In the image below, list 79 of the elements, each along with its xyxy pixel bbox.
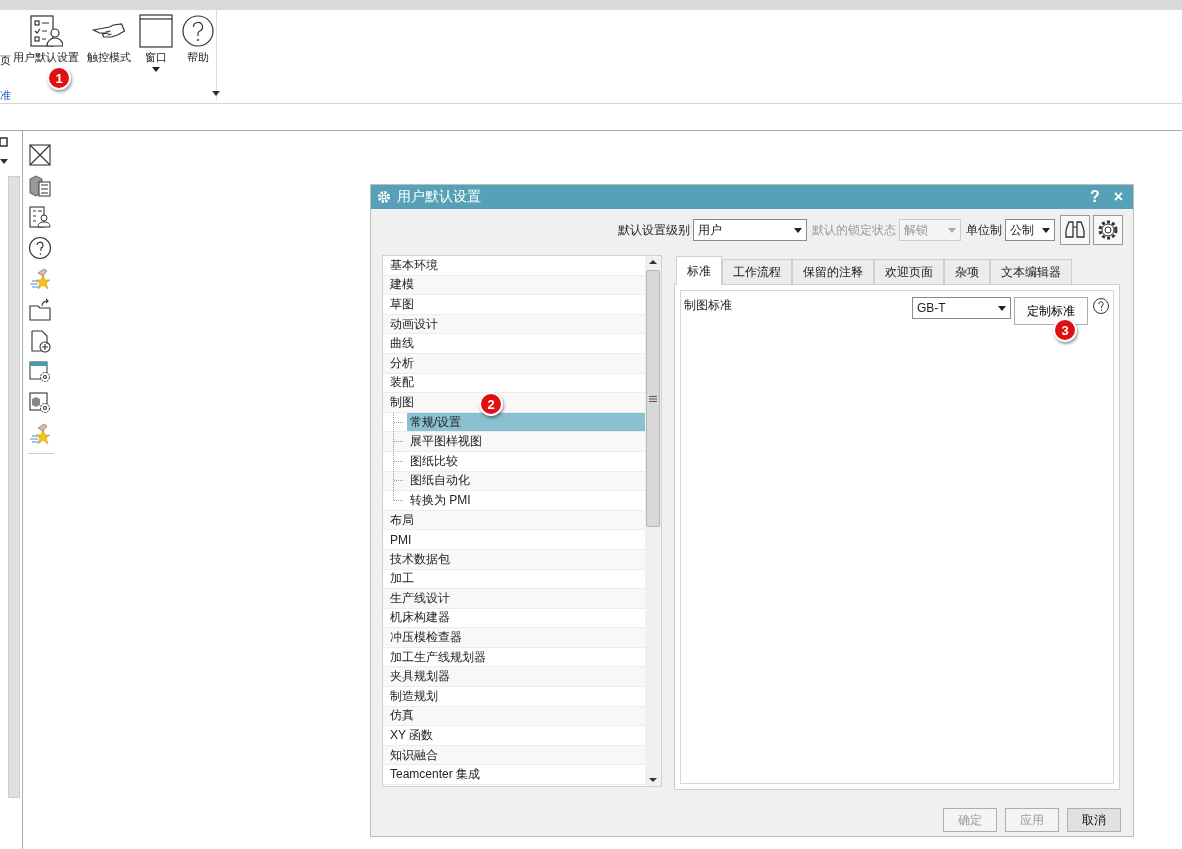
- scrollbar[interactable]: [8, 176, 20, 798]
- database-list-icon[interactable]: [28, 174, 52, 198]
- ribbon-button[interactable]: 触控模式: [86, 14, 132, 84]
- dialog-button[interactable]: 取消: [1067, 808, 1121, 832]
- binoculars-icon: [1064, 219, 1086, 241]
- field-label: 制图标准: [684, 297, 733, 314]
- unit-dropdown[interactable]: 公制: [1005, 219, 1055, 241]
- dropdown-arrow-icon[interactable]: [212, 91, 220, 96]
- gear-icon: [1096, 218, 1120, 242]
- scrollbar[interactable]: [645, 256, 661, 786]
- caret-icon[interactable]: [794, 227, 802, 233]
- tree-item[interactable]: 动画设计: [387, 314, 442, 334]
- tree-item[interactable]: XY 函数: [387, 726, 438, 745]
- tree-item[interactable]: 分析: [387, 353, 418, 373]
- tree-item[interactable]: 草图: [387, 295, 418, 314]
- standard-dropdown[interactable]: GB-T: [912, 297, 1011, 319]
- scroll-up-icon[interactable]: [649, 260, 657, 264]
- tree-item[interactable]: 基本环境: [387, 256, 442, 275]
- new-file-icon[interactable]: [28, 329, 52, 353]
- close-icon[interactable]: [28, 143, 52, 167]
- tree-item[interactable]: 图纸比较: [407, 451, 462, 471]
- star-hand-icon[interactable]: [28, 422, 52, 446]
- tree-connector-icon: [394, 441, 403, 443]
- field-label: 单位制: [966, 221, 1002, 239]
- tree-item[interactable]: PMI: [387, 530, 416, 549]
- tree-connector-icon: [394, 499, 403, 501]
- tab[interactable]: 杂项: [944, 259, 990, 285]
- window-settings-icon[interactable]: [28, 360, 52, 384]
- group-label: 准: [0, 88, 11, 103]
- help-icon[interactable]: [1092, 297, 1110, 315]
- gear-icon: [377, 190, 391, 204]
- help-icon[interactable]: [28, 236, 52, 260]
- dropdown-arrow-icon[interactable]: [0, 159, 8, 164]
- field-label: 默认的锁定状态: [812, 221, 896, 239]
- binoculars-button[interactable]: [1060, 215, 1090, 245]
- step-badge: 1: [47, 66, 71, 90]
- user-settings-icon: [29, 14, 63, 48]
- ribbon-label[interactable]: 页: [0, 53, 11, 68]
- ribbon-button[interactable]: 窗口: [138, 14, 174, 84]
- pointing-hand-icon: [92, 22, 126, 40]
- scroll-down-icon[interactable]: [649, 778, 657, 782]
- folder-export-icon[interactable]: [28, 298, 52, 322]
- tree-item[interactable]: 装配: [387, 373, 418, 393]
- window-title: 用户默认设置: [397, 188, 482, 206]
- field-label: 默认设置级别: [618, 221, 690, 239]
- caret-icon: [948, 227, 956, 233]
- caret-icon[interactable]: [998, 305, 1006, 311]
- tree-item[interactable]: 加工生产线规划器: [387, 647, 490, 667]
- ribbon-button[interactable]: 帮助: [180, 14, 216, 84]
- level-dropdown[interactable]: 用户: [693, 219, 807, 241]
- tree-item[interactable]: 转换为 PMI: [407, 491, 475, 510]
- caret-icon[interactable]: [1042, 227, 1050, 233]
- tree-item[interactable]: 仿真: [387, 706, 418, 726]
- tree-item[interactable]: 机床构建器: [387, 608, 454, 628]
- tree-item[interactable]: 曲线: [387, 334, 418, 353]
- tree-item[interactable]: 加工: [387, 569, 418, 589]
- caret-icon[interactable]: [152, 67, 160, 72]
- help-icon: [181, 14, 215, 48]
- scroll-thumb[interactable]: [646, 270, 660, 527]
- tab[interactable]: 标准: [676, 256, 722, 285]
- part-settings-icon[interactable]: [28, 391, 52, 415]
- tab[interactable]: 工作流程: [722, 259, 792, 285]
- customize-button[interactable]: 定制标准: [1014, 297, 1088, 325]
- tree-item[interactable]: 建模: [387, 275, 418, 295]
- window-icon: [139, 14, 173, 48]
- tree-connector-icon: [394, 421, 403, 423]
- tree-item[interactable]: 制造规划: [387, 687, 442, 706]
- tree-connector-icon: [394, 460, 403, 462]
- tree-item[interactable]: 知识融合: [387, 745, 442, 765]
- tree-item[interactable]: 制图: [387, 393, 418, 412]
- tree-item[interactable]: 布局: [387, 510, 418, 530]
- star-hand-icon[interactable]: [28, 267, 52, 291]
- tree-item[interactable]: Teamcenter 集成: [387, 765, 485, 785]
- settings-button[interactable]: [1093, 215, 1123, 245]
- tab[interactable]: 文本编辑器: [990, 259, 1072, 285]
- tab[interactable]: 保留的注释: [792, 259, 874, 285]
- user-settings-icon[interactable]: [28, 205, 52, 229]
- tree-connector-icon: [394, 480, 403, 482]
- tab[interactable]: 欢迎页面: [874, 259, 944, 285]
